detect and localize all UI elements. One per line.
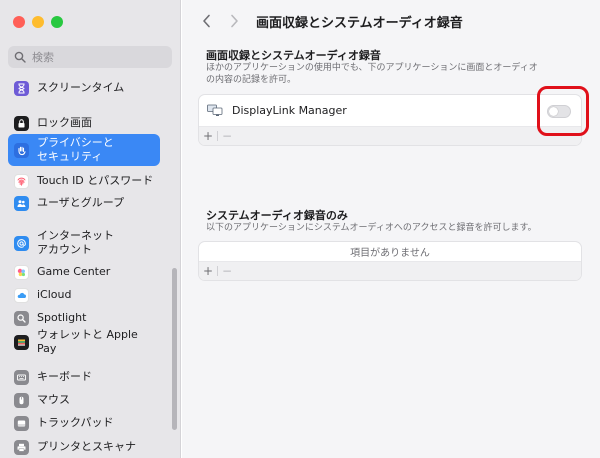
sidebar-item-printers[interactable]: プリンタとスキャナ <box>8 436 160 458</box>
minimize-window-button[interactable] <box>32 16 44 28</box>
toolbar: 画面収録とシステムオーディオ録音 <box>182 0 600 40</box>
sidebar-item-spotlight[interactable]: Spotlight <box>8 307 160 329</box>
sidebar-item-trackpad[interactable]: トラックパッド <box>8 412 160 434</box>
search-icon <box>14 51 26 63</box>
hand-icon <box>14 142 29 158</box>
window-controls <box>13 16 63 28</box>
trackpad-icon <box>14 415 29 431</box>
chevron-right-icon <box>230 14 238 28</box>
forward-button[interactable] <box>226 12 242 30</box>
displaylink-app-icon <box>207 104 223 117</box>
sidebar-item-screen-time[interactable]: スクリーンタイム <box>8 77 160 99</box>
sidebar-item-internet-accounts[interactable]: インターネット アカウント <box>8 227 160 259</box>
audio-only-app-list: 項目がありません + − <box>198 241 582 281</box>
add-button[interactable]: + <box>199 129 217 143</box>
users-icon <box>14 195 29 211</box>
sidebar-item-privacy-security[interactable]: プライバシーと セキュリティ <box>8 134 160 166</box>
keyboard-icon <box>14 369 29 385</box>
sidebar-item-label: インターネット アカウント <box>37 229 114 256</box>
add-remove-bar: + − <box>199 262 581 280</box>
search-input[interactable]: 検索 <box>8 46 172 68</box>
search-placeholder: 検索 <box>32 51 54 64</box>
remove-button[interactable]: − <box>218 264 236 278</box>
page-title: 画面収録とシステムオーディオ録音 <box>256 16 463 31</box>
section-title-audio-only: システムオーディオ録音のみ <box>206 209 348 222</box>
sidebar-item-users-groups[interactable]: ユーザとグループ <box>8 192 160 214</box>
printer-icon <box>14 439 29 455</box>
sidebar-item-label: Spotlight <box>37 311 87 324</box>
sidebar: 検索 スクリーンタイム ロック画面 プライバシーと セキュリティ Touch I… <box>0 0 181 458</box>
add-button[interactable]: + <box>199 264 217 278</box>
sidebar-item-label: Touch ID とパスワード <box>37 174 154 187</box>
screen-recording-app-list: DisplayLink Manager + − <box>198 94 582 146</box>
sidebar-item-label: トラックパッド <box>37 416 114 429</box>
main-panel: 画面収録とシステムオーディオ録音 画面収録とシステムオーディオ録音 ほかのアプリ… <box>182 0 600 458</box>
add-remove-bar: + − <box>199 127 581 145</box>
annotation-highlight-box <box>537 86 589 136</box>
magnifier-icon <box>14 310 29 326</box>
section-description-screen-recording: ほかのアプリケーションの使用中でも、下のアプリケーションに画面とオーディオの内容… <box>206 63 538 85</box>
sidebar-item-game-center[interactable]: Game Center <box>8 261 160 283</box>
hourglass-icon <box>14 80 29 96</box>
wallet-icon <box>14 334 29 350</box>
sidebar-item-label: プライバシーと セキュリティ <box>37 136 114 163</box>
sidebar-item-label: キーボード <box>37 370 92 383</box>
lock-icon <box>14 115 29 131</box>
sidebar-item-touch-id[interactable]: Touch ID とパスワード <box>8 170 160 192</box>
sidebar-item-lock-screen[interactable]: ロック画面 <box>8 112 160 134</box>
cloud-icon <box>14 287 29 303</box>
section-description-audio-only: 以下のアプリケーションにシステムオーディオへのアクセスと録音を許可します。 <box>206 223 537 233</box>
sidebar-item-label: マウス <box>37 393 70 406</box>
sidebar-item-icloud[interactable]: iCloud <box>8 284 160 306</box>
empty-list-message: 項目がありません <box>199 242 581 262</box>
section-title-screen-recording: 画面収録とシステムオーディオ録音 <box>206 49 381 62</box>
mouse-icon <box>14 392 29 408</box>
sidebar-item-wallet[interactable]: ウォレットと Apple Pay <box>8 328 160 355</box>
sidebar-item-label: ユーザとグループ <box>37 196 125 209</box>
sidebar-item-keyboard[interactable]: キーボード <box>8 366 160 388</box>
remove-button[interactable]: − <box>218 129 236 143</box>
close-window-button[interactable] <box>13 16 25 28</box>
sidebar-scrollbar[interactable] <box>172 268 177 430</box>
sidebar-item-label: Game Center <box>37 265 111 278</box>
chevron-left-icon <box>202 14 210 28</box>
sidebar-item-label: スクリーンタイム <box>37 81 125 94</box>
sidebar-item-label: ロック画面 <box>37 116 92 129</box>
sidebar-item-label: ウォレットと Apple Pay <box>37 328 138 355</box>
sidebar-item-mouse[interactable]: マウス <box>8 389 160 411</box>
sidebar-item-label: iCloud <box>37 288 72 301</box>
system-settings-window: 検索 スクリーンタイム ロック画面 プライバシーと セキュリティ Touch I… <box>0 0 600 458</box>
game-center-icon <box>14 264 29 280</box>
sidebar-item-label: プリンタとスキャナ <box>37 440 136 453</box>
zoom-window-button[interactable] <box>51 16 63 28</box>
at-icon <box>14 235 29 251</box>
app-name: DisplayLink Manager <box>232 104 347 117</box>
list-item[interactable]: DisplayLink Manager <box>199 95 581 127</box>
fingerprint-icon <box>14 173 29 189</box>
back-button[interactable] <box>198 12 214 30</box>
